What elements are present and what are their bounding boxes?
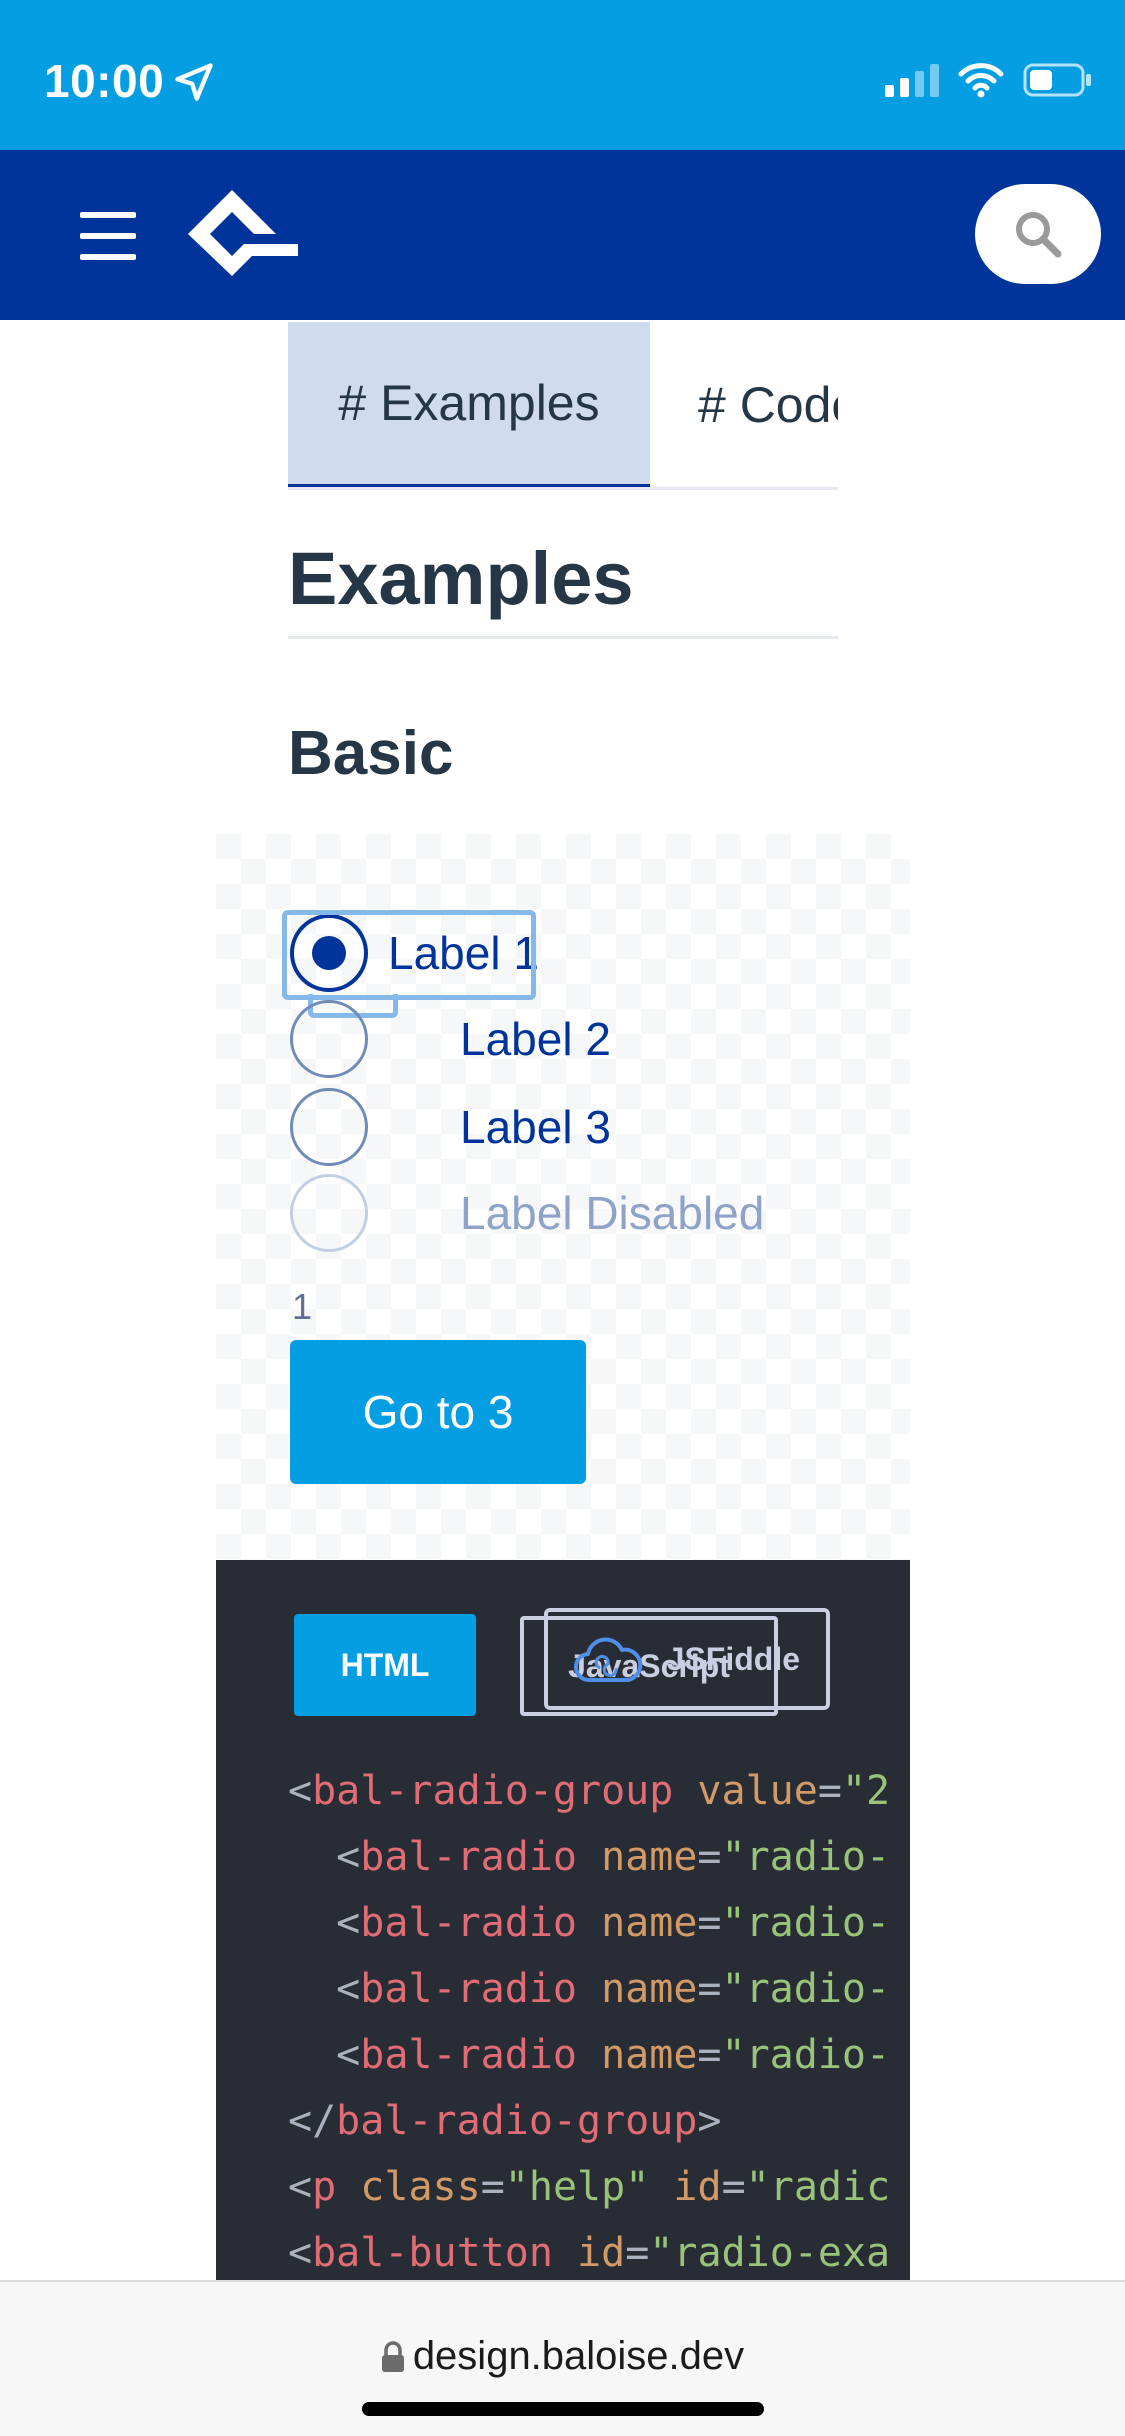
- code-token: id: [673, 2164, 722, 2210]
- url-bar[interactable]: design.baloise.dev: [0, 2334, 1125, 2379]
- code-token: bal-radio: [360, 1900, 577, 1946]
- hamburger-icon[interactable]: [80, 212, 136, 260]
- page-title: Examples: [288, 537, 634, 620]
- code-line: <p class="help" id="radic: [288, 2154, 890, 2220]
- search-button[interactable]: [975, 184, 1101, 284]
- cloud-icon: [574, 1637, 643, 1683]
- html-tab[interactable]: HTML: [294, 1614, 476, 1716]
- code-token: =: [480, 2164, 505, 2210]
- url-text: design.baloise.dev: [412, 2334, 745, 2378]
- tab-examples[interactable]: # Examples: [288, 322, 650, 487]
- code-panel: HTML JavaScript JSFiddle <bal-radio-grou…: [216, 1560, 910, 2280]
- code-token: </: [288, 2098, 337, 2144]
- code-token: "radio-: [721, 1966, 891, 2012]
- code-token: p: [312, 2164, 337, 2210]
- site-header: [0, 150, 1125, 320]
- radio-label-3: Label 3: [460, 1101, 611, 1153]
- code-token: name: [601, 2032, 698, 2078]
- code-token: "radio-: [721, 1834, 891, 1880]
- example-preview: Label 1 Label 2 Label 3 Label Disabled 1…: [216, 834, 910, 1560]
- location-arrow-icon: [175, 63, 213, 101]
- code-line: <bal-button id="radio-exa: [288, 2220, 890, 2280]
- section-heading: Basic: [288, 719, 454, 788]
- tab-code[interactable]: # Code: [698, 322, 838, 487]
- code-token: =: [697, 2032, 722, 2078]
- code-token: "radio-: [721, 2032, 891, 2078]
- go-to-3-button[interactable]: Go to 3: [290, 1340, 586, 1484]
- code-token: name: [601, 1834, 698, 1880]
- code-token: "2: [841, 1768, 891, 1814]
- code-line: <bal-radio name="radio-: [288, 1956, 890, 2022]
- status-time: 10:00: [44, 55, 165, 107]
- code-line: <bal-radio name="radio-: [288, 2022, 890, 2088]
- radio-option-disabled: Label Disabled: [290, 1174, 764, 1252]
- code-token: value: [697, 1768, 818, 1814]
- code-line: <bal-radio name="radio-: [288, 1890, 890, 1956]
- help-text: 1: [292, 1286, 313, 1327]
- code-token: <: [288, 1768, 313, 1814]
- title-divider: [288, 636, 838, 639]
- radio-option-2[interactable]: Label 2: [290, 1000, 611, 1078]
- section-tabs: # Examples # Code: [288, 322, 838, 490]
- code-token: bal-radio: [360, 1834, 577, 1880]
- baloise-logo-icon[interactable]: [188, 190, 298, 280]
- code-line: </bal-radio-group>: [288, 2088, 890, 2154]
- lock-icon: [381, 2340, 404, 2372]
- search-icon: [1016, 212, 1062, 258]
- radio-label-disabled: Label Disabled: [460, 1187, 765, 1239]
- code-token: >: [697, 2098, 722, 2144]
- status-icons: [885, 62, 1093, 98]
- code-token: =: [817, 1768, 842, 1814]
- radio-option-3[interactable]: Label 3: [290, 1088, 611, 1166]
- code-token: <: [288, 1834, 361, 1880]
- code-token: bal-radio: [360, 1966, 577, 2012]
- code-token: name: [601, 1966, 698, 2012]
- code-token: <: [288, 1900, 361, 1946]
- code-token: "radic: [745, 2164, 891, 2210]
- radio-button-disabled: [290, 1174, 368, 1252]
- signal-icon: [885, 63, 939, 97]
- home-indicator[interactable]: [362, 2402, 764, 2416]
- code-token: "radio-: [721, 1900, 891, 1946]
- code-token: bal-radio: [360, 2032, 577, 2078]
- radio-button[interactable]: [290, 1000, 368, 1078]
- battery-icon: [1023, 63, 1091, 97]
- code-token: =: [697, 1966, 722, 2012]
- jsfiddle-label: JSFiddle: [666, 1640, 800, 1677]
- code-token: id: [577, 2230, 626, 2276]
- code-line: <bal-radio-group value="2: [288, 1758, 890, 1824]
- code-token: "help": [504, 2164, 650, 2210]
- status-bar: 10:00: [0, 0, 1125, 150]
- code-token: bal-button: [312, 2230, 553, 2276]
- code-token: =: [697, 1834, 722, 1880]
- code-token: bal-radio-group: [312, 1768, 674, 1814]
- code-token: name: [601, 1900, 698, 1946]
- code-token: <: [288, 2164, 313, 2210]
- code-token: class: [360, 2164, 481, 2210]
- code-snippet: <bal-radio-group value="2 <bal-radio nam…: [288, 1758, 890, 2280]
- radio-label-2: Label 2: [460, 1013, 611, 1065]
- browser-bar: design.baloise.dev: [0, 2280, 1125, 2436]
- radio-button[interactable]: [290, 1088, 368, 1166]
- code-token: =: [697, 1900, 722, 1946]
- code-token: <: [288, 1966, 361, 2012]
- code-token: =: [721, 2164, 746, 2210]
- code-token: "radio-exa: [649, 2230, 891, 2276]
- code-token: =: [625, 2230, 650, 2276]
- code-line: <bal-radio name="radio-: [288, 1824, 890, 1890]
- focus-outline: [282, 910, 536, 1000]
- wifi-icon: [958, 63, 1004, 98]
- code-token: <: [288, 2032, 361, 2078]
- code-token: bal-radio-group: [336, 2098, 698, 2144]
- code-token: <: [288, 2230, 313, 2276]
